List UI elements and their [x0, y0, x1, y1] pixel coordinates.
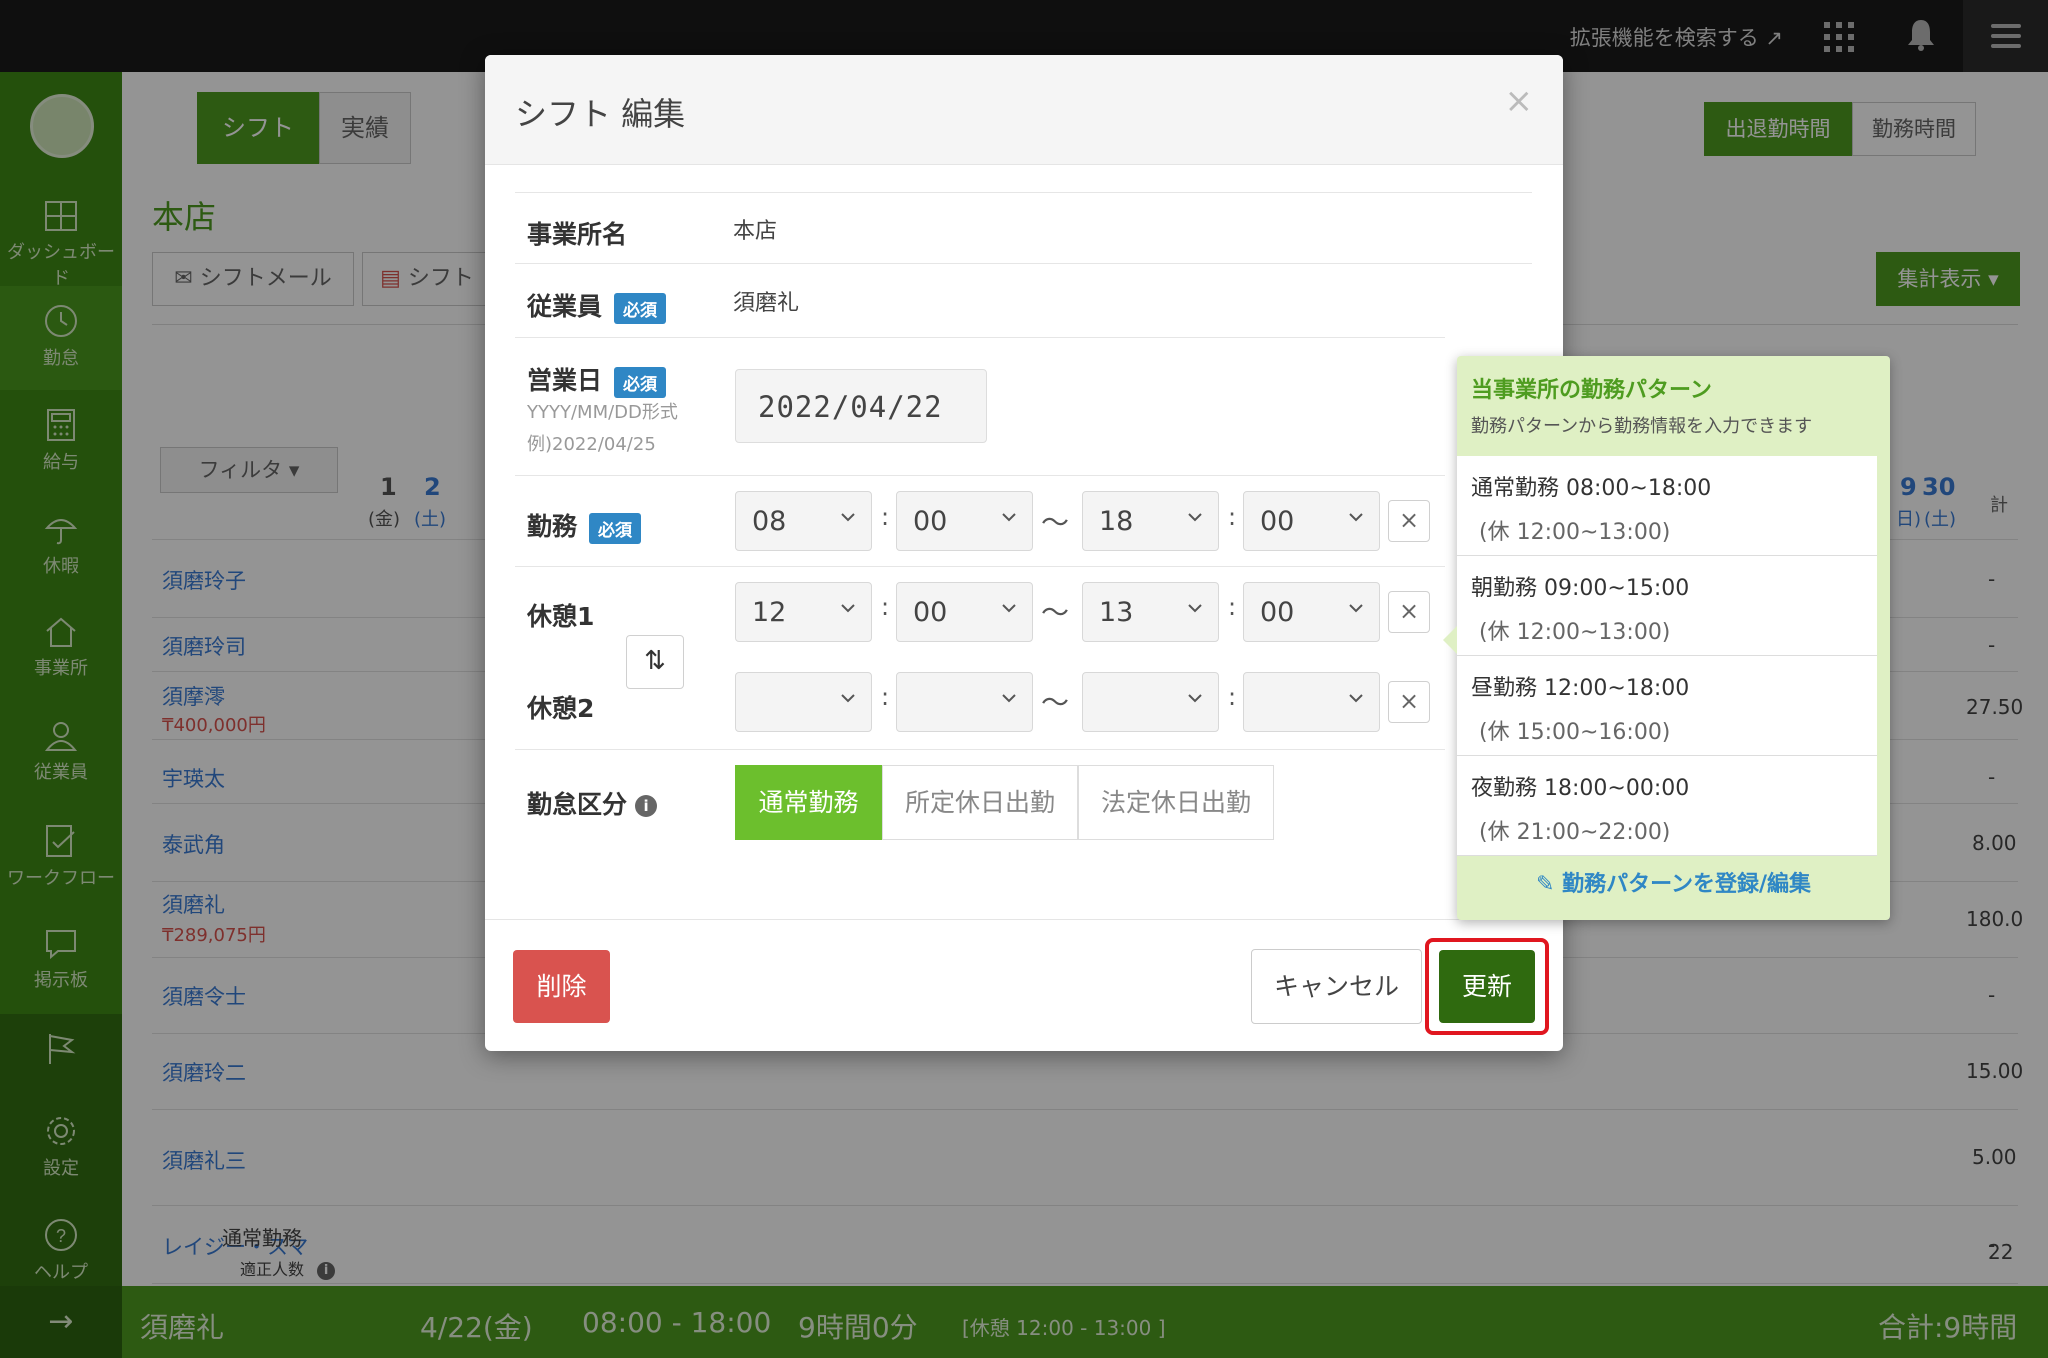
date-label: 営業日 必須 — [527, 361, 667, 398]
work-end-hour-select[interactable]: 18 — [1082, 491, 1219, 551]
break2-label: 休憩2 — [527, 694, 595, 723]
break2-end-hour-select[interactable] — [1082, 672, 1219, 732]
pattern-item[interactable]: 夜勤務 18:00~00:00 (休 21:00~22:00) — [1457, 756, 1877, 856]
pattern-subtitle: 勤務パターンから勤務情報を入力できます — [1471, 416, 1813, 437]
chevron-down-icon — [1002, 513, 1016, 522]
break1-start-minute-select[interactable]: 00 — [896, 582, 1033, 642]
required-badge: 必須 — [614, 366, 667, 398]
pattern-item[interactable]: 朝勤務 09:00~15:00 (休 12:00~13:00) — [1457, 556, 1877, 656]
shift-edit-modal: シフト 編集 × 事業所名 本店 従業員 必須 須磨礼 営業日 必須 YYYY/MM… — [485, 55, 1563, 1051]
office-value: 本店 — [733, 219, 778, 244]
break1-label: 休憩1 — [527, 602, 595, 631]
chevron-down-icon — [841, 694, 855, 703]
required-badge: 必須 — [589, 512, 642, 544]
category-label: 勤怠区分 i — [527, 785, 658, 821]
work-start-hour-select[interactable]: 08 — [735, 491, 872, 551]
pattern-name: 夜勤務 18:00~00:00 — [1471, 776, 1690, 801]
pattern-name: 昼勤務 12:00~18:00 — [1471, 676, 1690, 701]
close-icon[interactable]: × — [1505, 81, 1534, 121]
chevron-down-icon — [1188, 513, 1202, 522]
chevron-down-icon — [1002, 604, 1016, 613]
info-icon[interactable]: i — [635, 795, 658, 817]
required-badge: 必須 — [614, 292, 667, 324]
time-colon: : — [881, 593, 890, 621]
pattern-break: (休 15:00~16:00) — [1479, 720, 1671, 745]
time-colon: : — [1228, 593, 1237, 621]
category-scheduled-holiday-option[interactable]: 所定休日出勤 — [882, 765, 1078, 840]
category-legal-holiday-option[interactable]: 法定休日出勤 — [1078, 765, 1274, 840]
pattern-break: (休 12:00~13:00) — [1479, 520, 1671, 545]
update-button[interactable]: 更新 — [1439, 950, 1535, 1023]
date-example-hint: 例)2022/04/25 — [527, 434, 656, 455]
pattern-name: 朝勤務 09:00~15:00 — [1471, 576, 1690, 601]
work-end-minute-select[interactable]: 00 — [1243, 491, 1380, 551]
chevron-down-icon — [1188, 604, 1202, 613]
work-start-minute-select[interactable]: 00 — [896, 491, 1033, 551]
break2-start-hour-select[interactable] — [735, 672, 872, 732]
range-tilde: 〜 — [1041, 686, 1070, 719]
chevron-down-icon — [841, 604, 855, 613]
work-clear-button[interactable]: × — [1388, 500, 1430, 542]
pattern-item[interactable]: 昼勤務 12:00~18:00 (休 15:00~16:00) — [1457, 656, 1877, 756]
break1-end-minute-select[interactable]: 00 — [1243, 582, 1380, 642]
pattern-item[interactable]: 通常勤務 08:00~18:00 (休 12:00~13:00) — [1457, 456, 1877, 556]
time-colon: : — [881, 503, 890, 531]
break2-end-minute-select[interactable] — [1243, 672, 1380, 732]
time-colon: : — [1228, 503, 1237, 531]
date-input[interactable]: 2022/04/22 — [735, 369, 987, 443]
modal-header: シフト 編集 × — [485, 55, 1563, 165]
date-format-hint: YYYY/MM/DD形式 — [527, 402, 678, 423]
employee-label: 従業員 必須 — [527, 287, 667, 324]
chevron-down-icon — [1349, 604, 1363, 613]
pattern-name: 通常勤務 08:00~18:00 — [1471, 476, 1712, 501]
break1-clear-button[interactable]: × — [1388, 591, 1430, 633]
work-pattern-popover: 当事業所の勤務パターン 勤務パターンから勤務情報を入力できます 通常勤務 08:… — [1443, 356, 1890, 920]
chevron-down-icon — [1349, 513, 1363, 522]
break2-clear-button[interactable]: × — [1388, 681, 1430, 723]
pattern-break: (休 12:00~13:00) — [1479, 620, 1671, 645]
chevron-down-icon — [1002, 694, 1016, 703]
update-highlight: 更新 — [1425, 938, 1549, 1035]
cancel-button[interactable]: キャンセル — [1251, 949, 1422, 1024]
office-label: 事業所名 — [527, 220, 628, 249]
break1-start-hour-select[interactable]: 12 — [735, 582, 872, 642]
pattern-break: (休 21:00~22:00) — [1479, 820, 1671, 845]
break1-end-hour-select[interactable]: 13 — [1082, 582, 1219, 642]
time-colon: : — [1228, 683, 1237, 711]
pattern-list: 通常勤務 08:00~18:00 (休 12:00~13:00) 朝勤務 09:… — [1457, 456, 1877, 856]
chevron-down-icon — [1188, 694, 1202, 703]
delete-button[interactable]: 削除 — [513, 950, 610, 1023]
time-colon: : — [881, 683, 890, 711]
work-label: 勤務 必須 — [527, 507, 642, 544]
category-normal-option[interactable]: 通常勤務 — [735, 765, 882, 840]
employee-value: 須磨礼 — [733, 291, 800, 316]
chevron-down-icon — [1349, 694, 1363, 703]
range-tilde: 〜 — [1041, 596, 1070, 629]
edit-patterns-link[interactable]: ✎ 勤務パターンを登録/編集 — [1457, 866, 1890, 898]
chevron-down-icon — [841, 513, 855, 522]
pattern-title: 当事業所の勤務パターン — [1471, 378, 1712, 403]
range-tilde: 〜 — [1041, 506, 1070, 539]
modal-title: シフト 編集 — [515, 95, 686, 133]
break2-start-minute-select[interactable] — [896, 672, 1033, 732]
swap-breaks-button[interactable]: ⇅ — [626, 635, 684, 689]
